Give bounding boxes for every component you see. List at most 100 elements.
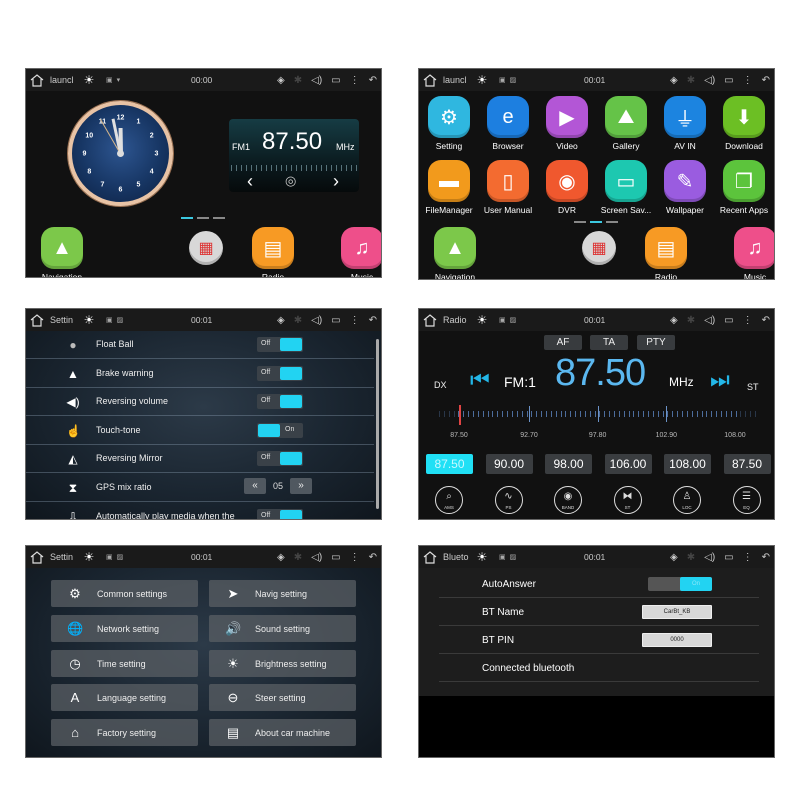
bt-name-field[interactable]: CarBt_KB: [642, 605, 712, 619]
language-setting-button[interactable]: A Language setting: [51, 684, 198, 712]
setting-row[interactable]: ⧗ GPS mix ratio « 05 »: [26, 474, 374, 502]
dock-music[interactable]: ♫ Music: [725, 227, 774, 279]
dx-label[interactable]: DX: [434, 380, 447, 390]
home-icon[interactable]: [26, 546, 48, 568]
af-button[interactable]: AF: [544, 335, 582, 350]
increment-button[interactable]: »: [290, 478, 312, 494]
preset-button[interactable]: 87.50: [426, 454, 473, 474]
app-user-manual[interactable]: ▯ User Manual: [478, 160, 538, 215]
home-icon[interactable]: [26, 69, 48, 91]
sound-setting-button[interactable]: 🔊 Sound setting: [209, 614, 356, 642]
page-dot[interactable]: [590, 221, 602, 223]
fm-prev-button[interactable]: ‹: [247, 171, 253, 192]
seek-prev-button[interactable]: ⏮: [470, 367, 490, 393]
dock-navigation[interactable]: ▲ Navigation: [32, 227, 92, 277]
preset-button[interactable]: 108.00: [664, 454, 711, 474]
pty-button[interactable]: PTY: [637, 335, 675, 350]
preset-button[interactable]: 106.00: [604, 454, 652, 474]
volume-icon[interactable]: ◁): [704, 315, 715, 326]
recent-windows-icon[interactable]: ▭: [331, 552, 340, 563]
app-video[interactable]: ▶ Video: [537, 96, 597, 151]
back-icon[interactable]: ↶: [762, 315, 770, 326]
steer-setting-button[interactable]: ⊖ Steer setting: [209, 684, 356, 712]
dock-navigation[interactable]: ▲ Navigation: [425, 227, 485, 279]
setting-row[interactable]: ◭ Reversing Mirror Off: [26, 445, 374, 474]
more-vert-icon[interactable]: ⋮: [350, 552, 360, 563]
volume-icon[interactable]: ◁): [704, 75, 715, 86]
volume-icon[interactable]: ◁): [311, 552, 322, 563]
app-browser[interactable]: e Browser: [478, 96, 538, 151]
page-dot[interactable]: [574, 221, 586, 223]
more-vert-icon[interactable]: ⋮: [350, 315, 360, 326]
volume-icon[interactable]: ◁): [311, 315, 322, 326]
connected-bluetooth-row[interactable]: Connected bluetooth: [439, 654, 759, 682]
sun-icon[interactable]: ☀: [82, 313, 96, 327]
app-screen-sav[interactable]: ▭ Screen Sav...: [596, 160, 656, 215]
common-settings-button[interactable]: ⚙ Common settings: [51, 580, 198, 607]
tuning-cursor[interactable]: [459, 405, 461, 425]
page-dot[interactable]: [213, 217, 225, 219]
loc-button[interactable]: ♙ LOC: [673, 486, 701, 514]
back-icon[interactable]: ↶: [369, 75, 377, 86]
sun-icon[interactable]: ☀: [475, 313, 489, 327]
sun-icon[interactable]: ☀: [475, 73, 489, 87]
factory-setting-button[interactable]: ⌂ Factory setting: [51, 719, 198, 747]
setting-row[interactable]: ● Float Ball Off: [26, 331, 374, 359]
app-gallery[interactable]: ⛰ Gallery: [596, 96, 656, 151]
more-vert-icon[interactable]: ⋮: [743, 552, 753, 563]
dock-radio[interactable]: ▤ Radio: [243, 227, 303, 277]
preset-button[interactable]: 98.00: [545, 454, 592, 474]
band-button[interactable]: ◉ BAND: [554, 486, 582, 514]
more-vert-icon[interactable]: ⋮: [743, 75, 753, 86]
antenna-icon[interactable]: ◎: [285, 173, 296, 189]
toggle-switch[interactable]: Off: [257, 508, 303, 519]
volume-icon[interactable]: ◁): [704, 552, 715, 563]
setting-row[interactable]: ⇩ Automatically play media when the Off: [26, 503, 374, 519]
more-vert-icon[interactable]: ⋮: [350, 75, 360, 86]
navig-setting-button[interactable]: ➤ Navig setting: [209, 580, 356, 607]
app-filemanager[interactable]: ▬ FileManager: [419, 160, 479, 215]
ps-button[interactable]: ∿ PS: [494, 486, 523, 514]
seek-next-button[interactable]: ⏭: [710, 367, 730, 393]
app-download[interactable]: ⬇ Download: [714, 96, 774, 151]
app-recent-apps[interactable]: ❐ Recent Apps: [714, 160, 774, 215]
dock-app-drawer[interactable]: ▦: [176, 227, 236, 268]
toggle-switch[interactable]: Off: [257, 337, 303, 352]
setting-row[interactable]: ▲ Brake warning Off: [26, 360, 374, 388]
home-icon[interactable]: [419, 309, 441, 331]
back-icon[interactable]: ↶: [762, 75, 770, 86]
home-icon[interactable]: [419, 69, 441, 91]
dock-app-drawer[interactable]: ▦: [569, 227, 629, 268]
app-wallpaper[interactable]: ✎ Wallpaper: [655, 160, 715, 215]
toggle-switch[interactable]: Off: [257, 451, 303, 467]
setting-row[interactable]: ◀) Reversing volume Off: [26, 388, 374, 417]
bt-pin-field[interactable]: 0000: [642, 633, 712, 647]
scrollbar[interactable]: [376, 339, 379, 509]
recent-windows-icon[interactable]: ▭: [724, 552, 733, 563]
page-dot[interactable]: [606, 221, 618, 223]
home-icon[interactable]: [26, 309, 48, 331]
eq-button[interactable]: ☰ EQ: [732, 486, 761, 514]
sun-icon[interactable]: ☀: [475, 550, 489, 564]
time-setting-button[interactable]: ◷ Time setting: [51, 649, 198, 677]
fm-radio-widget[interactable]: FM1 87.50 MHz ‹ ◎ ›: [229, 119, 359, 192]
analog-clock-widget[interactable]: 121234567891011: [68, 101, 173, 206]
sun-icon[interactable]: ☀: [82, 73, 96, 87]
network-setting-button[interactable]: 🌐 Network setting: [51, 614, 198, 642]
toggle-switch[interactable]: Off: [257, 394, 303, 410]
recent-windows-icon[interactable]: ▭: [724, 75, 733, 86]
decrement-button[interactable]: «: [244, 478, 266, 494]
sun-icon[interactable]: ☀: [82, 550, 96, 564]
dock-radio[interactable]: ▤ Radio: [636, 227, 696, 279]
app-av-in[interactable]: ⏚ AV IN: [655, 96, 715, 151]
home-icon[interactable]: [419, 546, 441, 568]
fm-next-button[interactable]: ›: [333, 171, 339, 192]
page-dot[interactable]: [181, 217, 193, 219]
dock-music[interactable]: ♫ Music: [332, 227, 381, 277]
recent-windows-icon[interactable]: ▭: [331, 75, 340, 86]
toggle-switch[interactable]: On: [257, 422, 303, 438]
preset-button[interactable]: 90.00: [485, 454, 533, 474]
ams-button[interactable]: ⌕ AMS: [435, 486, 463, 514]
brightness-setting-button[interactable]: ☀ Brightness setting: [209, 649, 356, 677]
back-icon[interactable]: ↶: [369, 552, 377, 563]
